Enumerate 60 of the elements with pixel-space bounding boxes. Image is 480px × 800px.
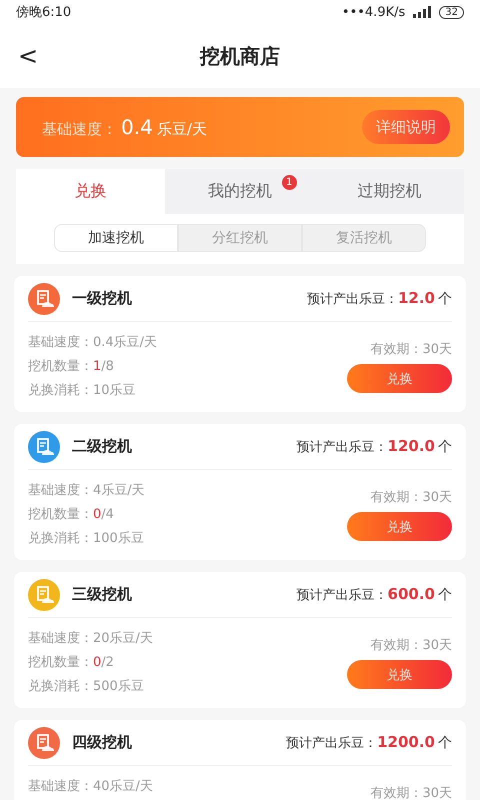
miner-name: 二级挖机 <box>72 437 132 456</box>
speed-text: 基础速度：4乐豆/天 <box>28 482 145 499</box>
output-value: 600.0 <box>388 585 435 603</box>
total-count: /8 <box>101 358 114 374</box>
validity-text: 有效期：30天 <box>370 785 452 800</box>
document-icon <box>28 578 60 610</box>
owned-count: 1 <box>93 358 102 374</box>
miner-name: 四级挖机 <box>72 733 132 752</box>
output-unit: 个 <box>438 734 452 752</box>
tab[interactable]: 兑换 <box>16 169 166 214</box>
segment-tab[interactable]: 复活挖机 <box>302 224 426 252</box>
output-value: 1200.0 <box>377 733 435 751</box>
cost-text: 兑换消耗：500乐豆 <box>28 678 144 695</box>
tab[interactable]: 我的挖机 1 <box>165 169 315 214</box>
exchange-button[interactable]: 兑换 <box>347 512 452 541</box>
validity-text: 有效期：30天 <box>370 637 452 654</box>
output-unit: 个 <box>438 438 452 456</box>
count-label: 挖机数量： <box>28 358 93 375</box>
output-label: 预计产出乐豆： <box>296 439 388 456</box>
status-time: 傍晚6:10 <box>16 4 72 21</box>
speed-unit: 乐豆/天 <box>156 120 207 139</box>
count-label: 挖机数量： <box>28 506 93 523</box>
total-count: /2 <box>101 654 114 670</box>
output-unit: 个 <box>438 290 452 308</box>
speed-text: 基础速度：20乐豆/天 <box>28 630 153 647</box>
back-button[interactable]: < <box>18 42 38 70</box>
miner-name: 一级挖机 <box>72 289 132 308</box>
battery-level: 32 <box>439 6 464 18</box>
cost-text: 兑换消耗：100乐豆 <box>28 530 144 547</box>
page-title: 挖机商店 <box>200 42 280 70</box>
output-value: 12.0 <box>398 289 435 307</box>
signal-icon <box>411 6 434 18</box>
exchange-button[interactable]: 兑换 <box>347 364 452 393</box>
details-button[interactable]: 详细说明 <box>362 110 450 144</box>
output-value: 120.0 <box>388 437 435 455</box>
exchange-button[interactable]: 兑换 <box>347 660 452 689</box>
document-icon <box>28 282 60 314</box>
tab[interactable]: 过期挖机 <box>314 169 464 214</box>
validity-text: 有效期：30天 <box>370 341 452 358</box>
miner-name: 三级挖机 <box>72 585 132 604</box>
document-icon <box>28 726 60 758</box>
segment-tab[interactable]: 加速挖机 <box>54 224 178 252</box>
speed-text: 基础速度：0.4乐豆/天 <box>28 334 158 351</box>
speed-label: 基础速度： <box>42 120 117 139</box>
document-icon <box>28 430 60 462</box>
owned-count: 0 <box>93 654 102 670</box>
speed-value: 0.4 <box>121 115 153 139</box>
output-label: 预计产出乐豆： <box>296 587 388 604</box>
network-speed: •••4.9K/s <box>342 4 406 20</box>
owned-count: 0 <box>93 506 102 522</box>
output-label: 预计产出乐豆： <box>306 291 398 308</box>
count-label: 挖机数量： <box>28 654 93 671</box>
cost-text: 兑换消耗：10乐豆 <box>28 382 136 399</box>
total-count: /4 <box>101 506 114 522</box>
output-label: 预计产出乐豆： <box>286 735 378 752</box>
count-badge: 1 <box>282 175 297 190</box>
output-unit: 个 <box>438 586 452 604</box>
validity-text: 有效期：30天 <box>370 489 452 506</box>
segment-tab[interactable]: 分红挖机 <box>178 224 302 252</box>
speed-text: 基础速度：40乐豆/天 <box>28 778 153 795</box>
